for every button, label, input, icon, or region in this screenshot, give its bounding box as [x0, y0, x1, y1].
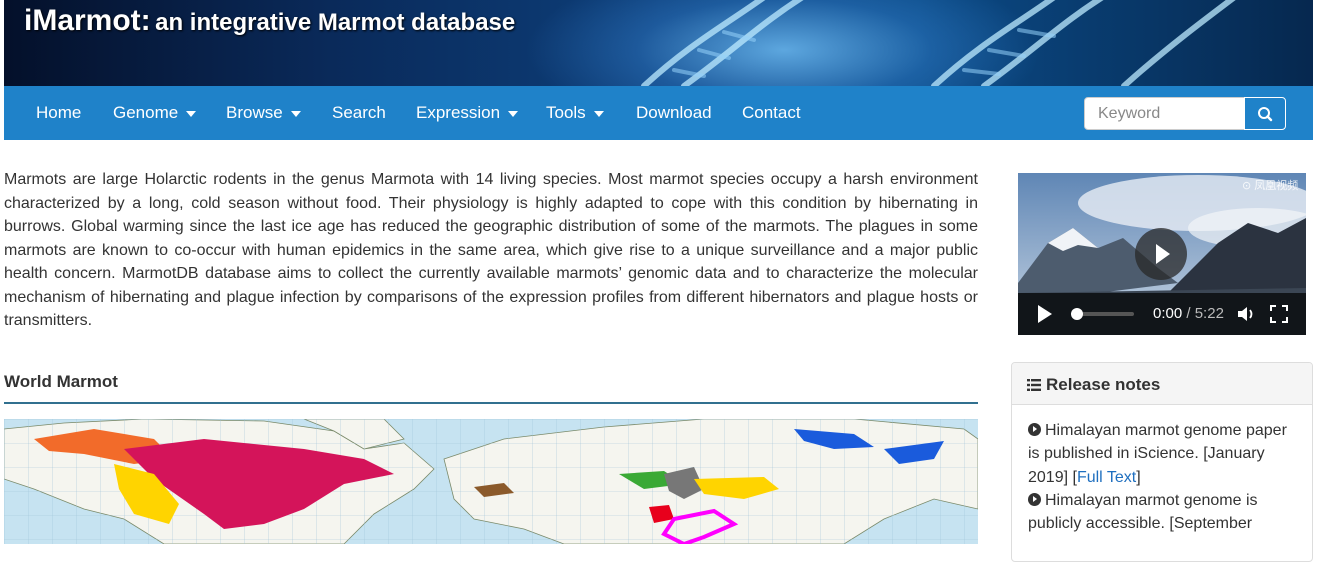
nav-tools[interactable]: Tools: [546, 103, 604, 123]
caret-down-icon: [593, 110, 604, 117]
caret-down-icon: [186, 110, 197, 117]
keyword-search: [1084, 97, 1286, 130]
chevron-circle-right-icon: [1028, 492, 1041, 506]
release-notes-panel: Release notes Himalayan marmot genome pa…: [1011, 362, 1313, 562]
nav-browse[interactable]: Browse: [226, 103, 301, 123]
fullscreen-icon[interactable]: [1270, 305, 1288, 323]
caret-down-icon: [508, 110, 519, 117]
chevron-circle-right-icon: [1028, 423, 1041, 436]
world-marmot-heading: World Marmot: [4, 372, 118, 391]
release-notes-title: Release notes: [1046, 375, 1161, 394]
nav-search-label: Search: [332, 103, 386, 122]
play-icon[interactable]: [1038, 305, 1052, 323]
play-overlay-button[interactable]: [1135, 228, 1187, 280]
nav-download[interactable]: Download: [636, 103, 712, 123]
duration: 5:22: [1194, 305, 1224, 322]
list-item: Himalayan marmot genome paper is publish…: [1028, 419, 1297, 489]
list-icon: [1027, 379, 1041, 391]
main-navbar: Home Genome Browse Search Expression Too…: [4, 86, 1313, 140]
site-banner: iMarmot: an integrative Marmot database: [4, 0, 1313, 86]
nav-home[interactable]: Home: [36, 103, 81, 123]
keyword-search-input[interactable]: [1084, 97, 1246, 130]
note-text: Himalayan marmot genome is publicly acce…: [1028, 491, 1258, 533]
intro-paragraph: Marmots are large Holarctic rodents in t…: [4, 171, 978, 329]
search-button[interactable]: [1244, 97, 1286, 130]
site-title: iMarmot: an integrative Marmot database: [24, 4, 515, 38]
dna-helix-graphic: [641, 0, 1236, 86]
nav-expression-label: Expression: [416, 103, 501, 122]
nav-tools-label: Tools: [546, 103, 586, 122]
volume-icon[interactable]: [1236, 305, 1256, 323]
nav-search[interactable]: Search: [332, 103, 386, 123]
note-text-end: ]: [1136, 468, 1141, 486]
note-text: Himalayan marmot genome paper is publish…: [1028, 422, 1287, 486]
site-brand: iMarmot:: [24, 4, 151, 37]
nav-genome-label: Genome: [113, 103, 179, 122]
list-item: Himalayan marmot genome is publicly acce…: [1028, 489, 1297, 536]
release-notes-list: Himalayan marmot genome paper is publish…: [1012, 405, 1312, 535]
video-progress-bar[interactable]: [1071, 308, 1134, 320]
nav-download-label: Download: [636, 103, 712, 122]
release-notes-header: Release notes: [1012, 363, 1312, 405]
nav-contact-label: Contact: [742, 103, 801, 122]
time-separator: /: [1182, 305, 1195, 322]
nav-contact[interactable]: Contact: [742, 103, 801, 123]
video-controls: 0:00 / 5:22: [1018, 293, 1306, 335]
video-player[interactable]: ⊙ 凤凰视频 0:00 / 5:22: [1018, 173, 1306, 335]
nav-expression[interactable]: Expression: [416, 103, 519, 123]
nav-genome[interactable]: Genome: [113, 103, 197, 123]
progress-handle[interactable]: [1071, 308, 1083, 320]
section-divider: [4, 402, 978, 404]
site-tagline: an integrative Marmot database: [155, 9, 516, 36]
video-time: 0:00 / 5:22: [1153, 305, 1224, 322]
nav-browse-label: Browse: [226, 103, 283, 122]
search-icon: [1258, 107, 1273, 122]
current-time: 0:00: [1153, 305, 1183, 322]
nav-home-label: Home: [36, 103, 82, 122]
caret-down-icon: [290, 110, 301, 117]
full-text-link[interactable]: Full Text: [1077, 469, 1136, 486]
world-marmot-map[interactable]: [4, 419, 978, 544]
video-watermark: ⊙ 凤凰视频: [1242, 180, 1299, 192]
world-map-graphic: [4, 419, 978, 544]
